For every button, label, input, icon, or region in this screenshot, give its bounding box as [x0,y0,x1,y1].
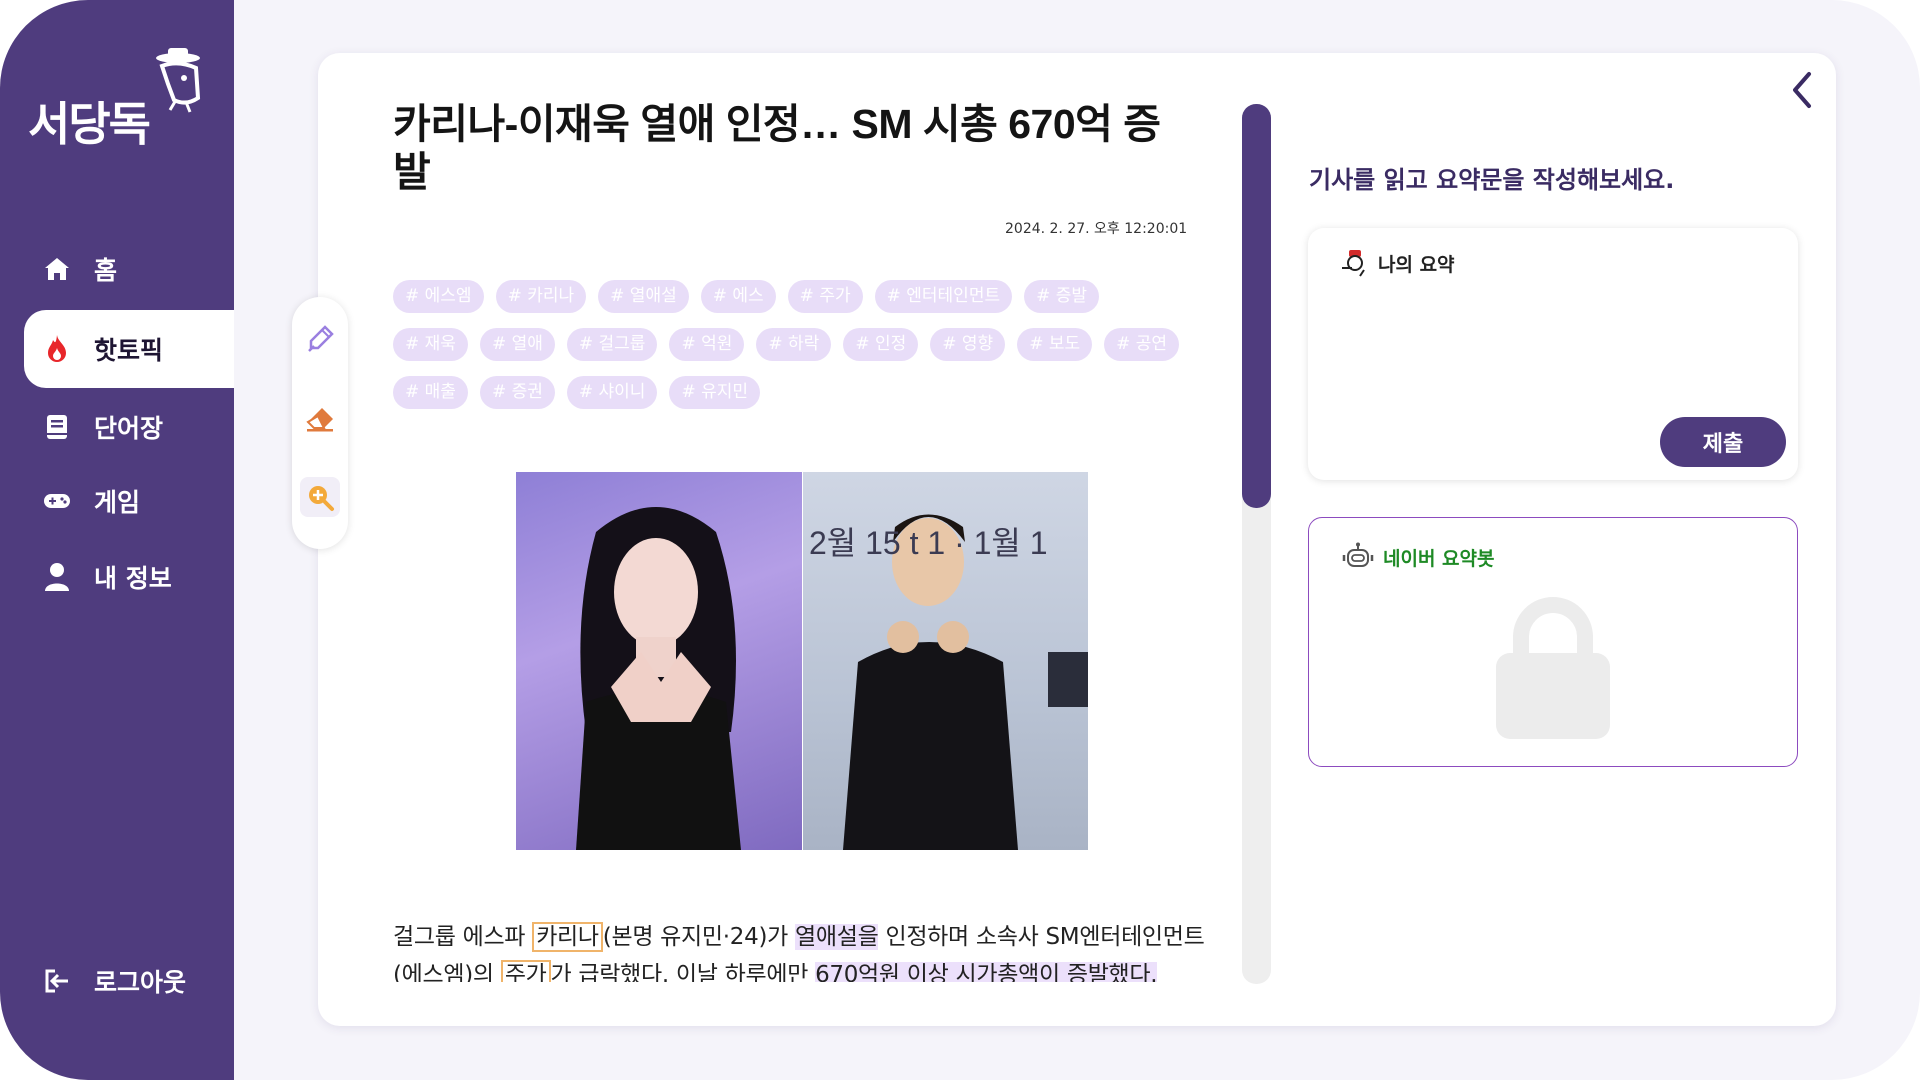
keyword-tag[interactable]: # 증권 [479,376,555,409]
sidebar-item-my-info[interactable]: 내 정보 [24,538,234,616]
logout-label: 로그아웃 [94,968,187,997]
sidebar: 서당독 홈 핫토픽 단어장 게임 내 정보 로그아웃 [0,0,234,1080]
fire-icon [42,334,72,364]
submit-button[interactable]: 제출 [1660,417,1786,467]
sidebar-item-label: 핫토픽 [94,336,164,365]
keyword-tag[interactable]: # 보도 [1017,328,1093,361]
dog-writing-icon [1342,250,1365,277]
body-text-segment: (본명 유지민·24)가 [602,924,795,950]
eraser-icon [306,408,333,432]
article-scrollbar[interactable] [1242,104,1271,984]
app-frame: 서당독 홈 핫토픽 단어장 게임 내 정보 로그아웃 카리나-이재욱 열애 인정… [0,0,1920,1080]
keyword-tag[interactable]: # 하락 [756,328,832,361]
sidebar-item-game[interactable]: 게임 [24,462,234,540]
keyword-tag[interactable]: # 열애설 [598,280,689,313]
keyword-tag[interactable]: # 유지민 [669,376,761,409]
logo[interactable]: 서당독 [28,42,218,152]
book-icon [42,412,72,442]
photo-backdrop-text: 2월 15 t 1 · 1월 1 [809,525,1048,561]
bot-header: 네이버 요약봇 [1341,542,1495,572]
my-summary-label: 나의 요약 [1378,253,1455,276]
keyword-tag[interactable]: # 에스 [700,280,776,313]
logout-icon [42,966,72,996]
logo-text: 서당독 [28,97,151,151]
highlighted-word[interactable]: 카리나 [532,922,603,952]
photo-left-panel [516,472,802,850]
keyword-tags: # 에스엠 # 카리나 # 열애설 # 에스 # 주가 # 엔터테인먼트 # 증… [393,280,1213,424]
keyword-tag[interactable]: # 증발 [1024,280,1100,313]
keyword-tag[interactable]: # 영향 [930,328,1006,361]
sidebar-item-home[interactable]: 홈 [24,230,234,308]
highlighted-word[interactable]: 주가 [500,960,551,982]
body-text-segment: 걸그룹 에스파 [393,924,533,950]
user-icon [42,562,72,592]
lock-icon [1496,597,1610,739]
keyword-tag[interactable]: # 매출 [393,376,468,409]
keyword-tag[interactable]: # 억원 [669,328,745,361]
article-date: 2024. 2. 27. 오후 12:20:01 [1005,221,1188,237]
highlighter-pen-icon [308,325,334,352]
logout-button[interactable]: 로그아웃 [24,942,234,1020]
scrollbar-thumb[interactable] [1242,104,1271,508]
bot-label: 네이버 요약봇 [1383,547,1495,570]
body-text-segment: 가 급락했다. 이날 하루에만 [550,962,816,982]
keyword-tag[interactable]: # 공연 [1104,328,1180,361]
sidebar-item-label: 내 정보 [94,564,172,593]
keyword-tag[interactable]: # 인정 [843,328,919,361]
home-icon [42,254,72,284]
zoom-in-button[interactable] [300,477,340,517]
my-summary-box[interactable]: 나의 요약 제출 [1308,228,1798,480]
dog-mascot-icon [156,48,201,113]
article-body[interactable]: 걸그룹 에스파 카리나 (본명 유지민·24)가 열애설을 인정하며 소속사 SM… [393,918,1208,982]
annotation-toolbar [292,297,348,549]
keyword-tag[interactable]: # 엔터테인먼트 [874,280,1013,313]
highlighted-phrase[interactable]: 670억원 이상 시가총액이 증발했다. [815,962,1158,982]
chevron-left-icon [1793,72,1811,108]
photo-right-panel: 2월 15 t 1 · 1월 1 [803,472,1088,850]
collapse-panel-button[interactable] [1786,70,1818,110]
sidebar-item-label: 단어장 [94,414,164,443]
keyword-tag[interactable]: # 에스엠 [393,280,484,313]
person-silhouette-left [576,507,741,850]
robot-icon [1342,542,1374,567]
summary-prompt: 기사를 읽고 요약문을 작성해보세요. [1309,166,1675,194]
tag-row: # 재욱 # 열애 # 걸그룹 # 억원 # 하락 # 인정 # 영향 # 보도… [393,328,1213,361]
keyword-tag[interactable]: # 카리나 [495,280,587,313]
my-summary-header: 나의 요약 [1340,248,1455,278]
zoom-in-icon [309,486,334,511]
gamepad-icon [42,486,72,516]
sidebar-item-vocabulary[interactable]: 단어장 [24,388,234,466]
highlighter-button[interactable] [300,319,340,359]
article-photo: 2월 15 t 1 · 1월 1 [516,472,1088,850]
keyword-tag[interactable]: # 주가 [787,280,863,313]
sidebar-item-label: 홈 [94,256,118,285]
keyword-tag[interactable]: # 열애 [479,328,555,361]
naver-summary-bot-box: 네이버 요약봇 [1308,517,1798,767]
tag-row: # 에스엠 # 카리나 # 열애설 # 에스 # 주가 # 엔터테인먼트 # 증… [393,280,1213,313]
keyword-tag[interactable]: # 재욱 [393,328,468,361]
summary-textarea[interactable] [1340,292,1770,402]
keyword-tag[interactable]: # 걸그룹 [566,328,658,361]
sidebar-item-label: 게임 [94,488,141,517]
tag-row: # 매출 # 증권 # 샤이니 # 유지민 [393,376,1213,409]
article-title: 카리나-이재욱 열애 인정… SM 시총 670억 증발 [393,101,1161,195]
sidebar-item-hot-topic[interactable]: 핫토픽 [24,310,234,388]
highlighted-phrase[interactable]: 열애설을 [795,924,879,950]
eraser-button[interactable] [300,399,340,439]
keyword-tag[interactable]: # 샤이니 [566,376,658,409]
